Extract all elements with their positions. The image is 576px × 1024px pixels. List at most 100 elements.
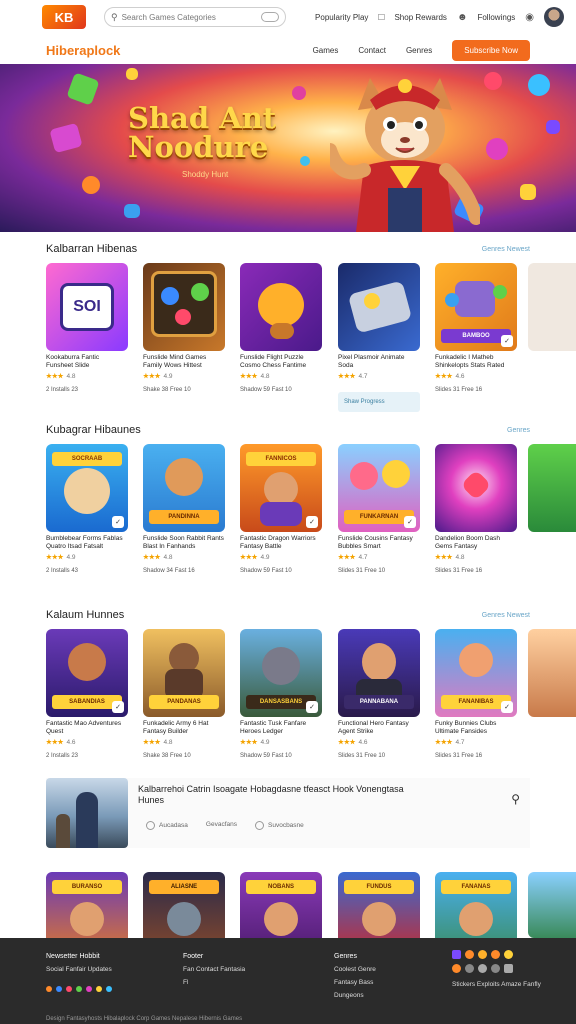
footer-link[interactable]: Coolest Genre	[334, 963, 376, 976]
candy-decoration	[82, 176, 100, 194]
notification-icon[interactable]: ◉	[525, 12, 534, 23]
nav-genres[interactable]: Genres	[406, 46, 432, 55]
partial-game-card[interactable]	[528, 629, 576, 717]
app-store-icons	[452, 950, 541, 964]
platform-icon[interactable]	[452, 964, 461, 973]
game-title: Funky Bunnies Clubs Ultimate Fansides	[435, 720, 497, 735]
app-icon[interactable]	[465, 950, 474, 959]
footer-link[interactable]: Fan Contact Fantasia	[183, 963, 245, 976]
subscribe-button[interactable]: Subscribe Now	[452, 39, 530, 61]
show-progress-hint[interactable]: Shaw Progress	[338, 392, 420, 412]
app-icon[interactable]	[452, 950, 461, 959]
platform-icon[interactable]	[491, 964, 500, 973]
game-meta: Shadow 59 Fast 10	[240, 568, 292, 574]
partial-game-card[interactable]	[528, 872, 576, 938]
candy-decoration	[546, 120, 560, 134]
hero-banner[interactable]: Shad Ant Noodure Shoddy Hunt	[0, 64, 576, 232]
thumbnail-tag: SOI	[73, 298, 101, 315]
game-card[interactable]: SOI Kookaburra Fantic Funsheet Slide ★★★…	[46, 263, 128, 393]
feature-chip[interactable]: Gevacfans	[206, 821, 237, 830]
game-thumbnail: SOI	[46, 263, 128, 351]
featured-article[interactable]: Kalbarrehoi Catrin Isoagate Hobagdasne t…	[46, 778, 530, 848]
game-card[interactable]: PANDINNA Funslide Soon Rabbit Rants Blas…	[143, 444, 225, 574]
search-icon[interactable]: ⚲	[511, 792, 520, 806]
tag-icon	[146, 821, 155, 830]
search-filter-toggle[interactable]	[261, 12, 279, 22]
game-card[interactable]: SOCRAAB ✓ Bumblebear Forms Fablas Quatro…	[46, 444, 128, 574]
game-title: Functional Hero Fantasy Agent Strike	[338, 720, 409, 735]
game-thumbnail	[240, 263, 322, 351]
partial-game-card[interactable]	[528, 263, 576, 351]
game-thumbnail: PANDINNA	[143, 444, 225, 532]
platform-icon[interactable]	[465, 964, 474, 973]
section-see-all-link[interactable]: Genres Newest	[482, 246, 530, 253]
game-card[interactable]: FANNICOS ✓ Fantastic Dragon Warriors Fan…	[240, 444, 322, 574]
game-title: Funslide Mind Games Family Wows Hittest	[143, 354, 207, 369]
social-icon[interactable]	[86, 986, 92, 992]
game-card[interactable]: Dandelion Boom Dash Gems Fantasy ★★★ 4.8 …	[435, 444, 517, 574]
star-rating: ★★★ 4.8	[143, 554, 173, 561]
featured-title: Kalbarrehoi Catrin Isoagate Hobagdasne t…	[138, 784, 404, 805]
social-icon[interactable]	[76, 986, 82, 992]
game-card[interactable]: Pixel Plasmoir Animate Soda ★★★ 4.7	[338, 263, 420, 380]
app-icon[interactable]	[491, 950, 500, 959]
users-icon: ☻	[456, 11, 468, 23]
footer-link[interactable]: Dungeons	[334, 989, 376, 1002]
app-icon[interactable]	[504, 950, 513, 959]
platform-badge: ✓	[306, 516, 318, 528]
star-rating: ★★★ 4.6	[338, 739, 368, 746]
top-link-followings[interactable]: Followings	[477, 13, 515, 22]
game-card[interactable]: PANDANAS Funkadelic Army 6 Hat Fantasy B…	[143, 629, 225, 759]
footer-link[interactable]: Fantasy Bass	[334, 976, 376, 989]
footer-col-heading: Genres	[334, 953, 357, 960]
game-thumbnail: FANANIBAS ✓	[435, 629, 517, 717]
social-icon[interactable]	[106, 986, 112, 992]
game-card[interactable]: DANSASBANS ✓ Fantastic Tusk Fanfare Hero…	[240, 629, 322, 759]
social-icon[interactable]	[96, 986, 102, 992]
top-link-rewards[interactable]: Shop Rewards	[394, 13, 446, 22]
brand-name[interactable]: Hiberaplock	[46, 43, 120, 58]
search-icon: ⚲	[111, 11, 118, 22]
footer-link[interactable]: Fl	[183, 976, 245, 989]
candy-decoration	[126, 68, 138, 80]
platform-badge: ✓	[404, 516, 416, 528]
social-icon[interactable]	[46, 986, 52, 992]
game-card[interactable]: FUNKARNAN ✓ Funslide Cousins Fantasy Bub…	[338, 444, 420, 574]
thumbnail-tag: FANANAS	[441, 880, 511, 894]
section-see-all-link[interactable]: Genres Newest	[482, 612, 530, 619]
app-icon[interactable]	[478, 950, 487, 959]
candy-decoration	[520, 184, 536, 200]
nav-games[interactable]: Games	[313, 46, 339, 55]
game-card[interactable]: FANANIBAS ✓ Funky Bunnies Clubs Ultimate…	[435, 629, 517, 759]
user-avatar[interactable]	[544, 7, 564, 27]
game-meta: Slides 31 Free 16	[435, 753, 483, 759]
game-card[interactable]: Funslide Flight Puzzle Cosmo Chess Fanti…	[240, 263, 322, 393]
platform-icon[interactable]	[478, 964, 487, 973]
thumbnail-tag: FUNDUS	[344, 880, 414, 894]
site-logo[interactable]: KB	[42, 5, 86, 29]
featured-image	[46, 778, 128, 848]
section-title: Kalbarran Hibenas	[46, 243, 138, 255]
feature-chip[interactable]: Suvocbasne	[255, 821, 304, 830]
footer-link[interactable]: Stickers Exploits Amaze Fanfly	[452, 978, 541, 991]
hero-title: Shad Ant Noodure	[128, 101, 277, 164]
feature-chip[interactable]: Aucadasa	[146, 821, 188, 830]
thumbnail-tag: NOBANS	[246, 880, 316, 894]
social-icon[interactable]	[56, 986, 62, 992]
thumbnail-tag: PANNABANA	[344, 695, 414, 709]
platform-icon[interactable]	[504, 964, 513, 973]
platform-badge: ✓	[306, 701, 318, 713]
top-link-play[interactable]: Popularity Play	[315, 13, 368, 22]
nav-contact[interactable]: Contact	[358, 46, 386, 55]
game-thumbnail: PANNABANA	[338, 629, 420, 717]
social-icon[interactable]	[66, 986, 72, 992]
search-input[interactable]: ⚲ Search Games Categories	[104, 7, 286, 27]
game-thumbnail	[143, 263, 225, 351]
game-card[interactable]: SABANDIAS ✓ Fantastic Mao Adventures Que…	[46, 629, 128, 759]
section-see-all-link[interactable]: Genres	[507, 427, 530, 434]
game-card[interactable]: PANNABANA Functional Hero Fantasy Agent …	[338, 629, 420, 759]
game-thumbnail: BAMBOO ✓	[435, 263, 517, 351]
partial-game-card[interactable]	[528, 444, 576, 532]
game-card[interactable]: Funslide Mind Games Family Wows Hittest …	[143, 263, 225, 393]
game-card[interactable]: BAMBOO ✓ Funkadelic I Matheb Shinkelopts…	[435, 263, 517, 393]
